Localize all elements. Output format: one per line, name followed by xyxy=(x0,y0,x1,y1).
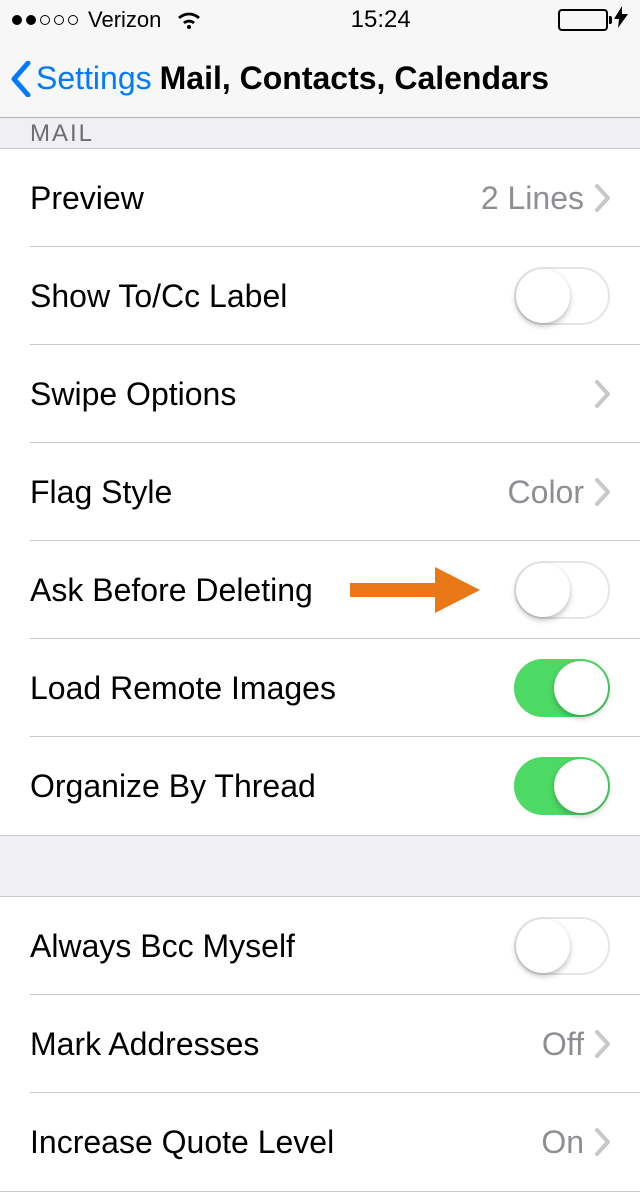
row-label: Organize By Thread xyxy=(30,768,316,805)
annotation-arrow-icon xyxy=(350,567,480,613)
chevron-right-icon xyxy=(594,1030,610,1058)
row-swipe-options[interactable]: Swipe Options xyxy=(0,345,640,443)
chevron-right-icon xyxy=(594,184,610,212)
nav-bar: Settings Mail, Contacts, Calendars xyxy=(0,40,640,118)
row-value: Color xyxy=(508,474,584,511)
charging-icon xyxy=(614,6,628,34)
row-label: Always Bcc Myself xyxy=(30,928,295,965)
section-gap xyxy=(0,836,640,896)
battery-icon xyxy=(558,9,608,31)
back-button[interactable]: Settings xyxy=(36,60,152,97)
chevron-right-icon xyxy=(594,380,610,408)
row-label: Load Remote Images xyxy=(30,670,336,707)
status-right xyxy=(558,6,628,34)
row-preview[interactable]: Preview 2 Lines xyxy=(0,149,640,247)
toggle-load-remote-images[interactable] xyxy=(514,659,610,717)
row-mark-addresses[interactable]: Mark Addresses Off xyxy=(0,995,640,1093)
row-label: Flag Style xyxy=(30,474,172,511)
toggle-organize-by-thread[interactable] xyxy=(514,757,610,815)
chevron-right-icon xyxy=(594,1128,610,1156)
row-label: Ask Before Deleting xyxy=(30,572,313,609)
settings-list-mail-2: Always Bcc Myself Mark Addresses Off Inc… xyxy=(0,896,640,1192)
wifi-icon xyxy=(175,9,203,31)
section-header-mail: MAIL xyxy=(0,118,640,148)
page-title: Mail, Contacts, Calendars xyxy=(160,60,549,97)
row-flag-style[interactable]: Flag Style Color xyxy=(0,443,640,541)
row-value: On xyxy=(541,1124,584,1161)
row-ask-before-deleting: Ask Before Deleting xyxy=(0,541,640,639)
chevron-right-icon xyxy=(594,478,610,506)
row-organize-by-thread: Organize By Thread xyxy=(0,737,640,835)
row-always-bcc-myself: Always Bcc Myself xyxy=(0,897,640,995)
row-value: Off xyxy=(542,1026,584,1063)
row-show-tocc-label: Show To/Cc Label xyxy=(0,247,640,345)
toggle-always-bcc[interactable] xyxy=(514,917,610,975)
row-label: Mark Addresses xyxy=(30,1026,259,1063)
row-label: Swipe Options xyxy=(30,376,236,413)
row-label: Preview xyxy=(30,180,144,217)
status-left: Verizon xyxy=(12,7,203,33)
row-value: 2 Lines xyxy=(481,180,584,217)
row-label: Increase Quote Level xyxy=(30,1124,334,1161)
status-bar: Verizon 15:24 xyxy=(0,0,640,40)
toggle-show-tocc[interactable] xyxy=(514,267,610,325)
row-label: Show To/Cc Label xyxy=(30,278,287,315)
back-chevron-icon[interactable] xyxy=(10,61,32,97)
carrier-label: Verizon xyxy=(88,7,161,33)
row-load-remote-images: Load Remote Images xyxy=(0,639,640,737)
signal-strength-icon xyxy=(12,15,78,25)
row-increase-quote-level[interactable]: Increase Quote Level On xyxy=(0,1093,640,1191)
settings-list-mail: Preview 2 Lines Show To/Cc Label Swipe O… xyxy=(0,148,640,836)
status-time: 15:24 xyxy=(203,6,558,34)
toggle-ask-before-deleting[interactable] xyxy=(514,561,610,619)
